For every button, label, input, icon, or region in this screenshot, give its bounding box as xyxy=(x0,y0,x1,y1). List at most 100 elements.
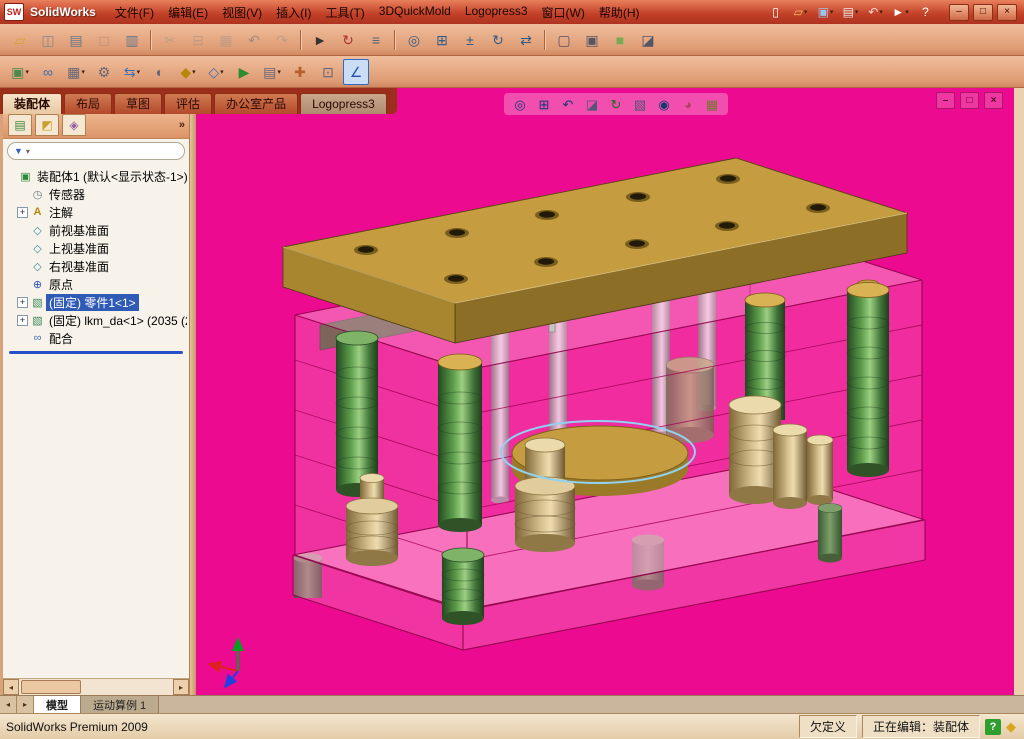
new-motion-study-icon[interactable]: ▶ xyxy=(231,59,257,85)
tab-office-products[interactable]: 办公室产品 xyxy=(214,93,299,114)
print-icon[interactable]: ▤ ▾ xyxy=(839,2,862,23)
rebuild-icon[interactable]: ↻ xyxy=(335,27,361,53)
rotate-view-icon[interactable]: ↻ xyxy=(485,27,511,53)
expander-icon[interactable]: + xyxy=(17,314,28,326)
menu-file[interactable]: 文件(F) xyxy=(108,2,161,23)
model-pillar-right[interactable] xyxy=(846,279,890,477)
print-preview-icon[interactable]: ◻ xyxy=(91,27,117,53)
edit-appearance-icon[interactable]: ◕ xyxy=(677,93,699,115)
menu-insert[interactable]: 插入(I) xyxy=(269,2,318,23)
tree-item-part1[interactable]: + (固定) 零件1<1> xyxy=(17,293,187,311)
page-setup-icon[interactable]: ▥ xyxy=(119,27,145,53)
tab-scroll-left-icon[interactable]: ◂ xyxy=(0,696,17,713)
scrollbar-thumb[interactable] xyxy=(21,680,81,694)
linear-component-pattern-icon[interactable]: ▦ ▾ xyxy=(63,59,89,85)
model-top-plate[interactable] xyxy=(281,157,909,344)
quick-tips-icon[interactable]: ◆ xyxy=(1006,719,1016,735)
help-icon[interactable]: ? xyxy=(914,2,937,23)
assembly-features-icon[interactable]: ◆ ▾ xyxy=(175,59,201,85)
expander-icon[interactable]: + xyxy=(17,296,28,308)
zoom-to-fit-icon[interactable]: ◎ xyxy=(401,27,427,53)
pan-icon[interactable]: ⇄ xyxy=(513,27,539,53)
show-hidden-components-icon[interactable]: ◐ xyxy=(147,59,173,85)
tab-model[interactable]: 模型 xyxy=(34,696,81,713)
mate-icon[interactable]: ∞ xyxy=(35,59,61,85)
model-bushing-right[interactable] xyxy=(728,395,782,504)
tree-item-annotations[interactable]: + 注解 xyxy=(17,203,187,221)
move-component-icon[interactable]: ⇆ ▾ xyxy=(119,59,145,85)
app-restore-icon[interactable]: □ xyxy=(973,3,993,21)
insert-components-icon[interactable]: ▣ ▾ xyxy=(7,59,33,85)
app-minimize-icon[interactable]: – xyxy=(949,3,969,21)
select-icon[interactable]: ► xyxy=(307,27,333,53)
exploded-view-icon[interactable]: ✚ xyxy=(287,59,313,85)
model-leg-front[interactable] xyxy=(441,547,485,625)
model-support-pair-right[interactable] xyxy=(772,423,843,563)
hidden-lines-visible-icon[interactable]: ▣ xyxy=(579,27,605,53)
doc-minimize-icon[interactable]: – xyxy=(936,92,955,109)
previous-view-icon[interactable]: ↶ xyxy=(557,93,579,115)
section-view-icon[interactable]: ◪ xyxy=(581,93,603,115)
apply-scene-icon[interactable]: ▦ xyxy=(701,93,723,115)
file-properties-icon[interactable]: ≡ xyxy=(363,27,389,53)
paste-icon[interactable]: ▦ xyxy=(213,27,239,53)
menu-window[interactable]: 窗口(W) xyxy=(535,2,592,23)
menu-logopress3[interactable]: Logopress3 xyxy=(458,2,535,23)
cut-icon[interactable]: ✂ xyxy=(157,27,183,53)
app-close-icon[interactable]: × xyxy=(997,3,1017,21)
model-selected-sketch-ellipse[interactable] xyxy=(500,420,696,484)
tree-item-assembly-root[interactable]: 装配体1 (默认<显示状态-1>) xyxy=(5,167,187,185)
tree-item-mates[interactable]: 配合 xyxy=(17,329,187,347)
filter-dropdown-icon[interactable]: ▾ xyxy=(26,147,30,156)
graphics-viewport[interactable]: ◎ ⊞ ↶ ◪ ↻ ▧ ◉ ◕ ▦ – □ × xyxy=(196,88,1014,695)
smart-fasteners-icon[interactable]: ⚙ xyxy=(91,59,117,85)
scroll-right-icon[interactable]: ▸ xyxy=(173,679,189,695)
zoom-to-area-icon[interactable]: ⊞ xyxy=(429,27,455,53)
bill-of-materials-icon[interactable]: ▤ ▾ xyxy=(259,59,285,85)
featuremanager-tab-icon[interactable]: ▤ xyxy=(8,114,32,136)
menu-help[interactable]: 帮助(H) xyxy=(592,2,647,23)
panel-overflow-chevron[interactable]: » xyxy=(179,119,185,131)
tab-logopress3[interactable]: Logopress3 xyxy=(300,93,387,114)
undo-icon[interactable]: ↶ ▾ xyxy=(864,2,887,23)
assembly-model-canvas[interactable] xyxy=(196,88,1014,695)
display-style-icon[interactable]: ▧ xyxy=(629,93,651,115)
model-pillar-right-mid[interactable] xyxy=(744,292,786,420)
zoom-in-out-icon[interactable]: ± xyxy=(457,27,483,53)
print-icon[interactable]: ▤ xyxy=(63,27,89,53)
tree-item-sensors[interactable]: 传感器 xyxy=(17,185,187,203)
configurationmanager-tab-icon[interactable]: ◈ xyxy=(62,114,86,136)
propertymanager-tab-icon[interactable]: ◩ xyxy=(35,114,59,136)
rollback-bar[interactable] xyxy=(9,351,183,354)
tab-scroll-right-icon[interactable]: ▸ xyxy=(17,696,34,713)
tab-evaluate[interactable]: 评估 xyxy=(164,93,213,114)
open-document-icon[interactable]: ▱ xyxy=(7,27,33,53)
model-center-support[interactable] xyxy=(514,437,576,552)
shaded-display-icon[interactable]: ■ xyxy=(607,27,633,53)
tree-item-right-plane[interactable]: 右视基准面 xyxy=(17,257,187,275)
model-pillar-left-front[interactable] xyxy=(437,353,483,532)
menu-view[interactable]: 视图(V) xyxy=(215,2,269,23)
select-icon[interactable]: ► ▾ xyxy=(889,2,912,23)
expander-icon[interactable]: + xyxy=(17,206,28,218)
tab-layout[interactable]: 布局 xyxy=(64,93,113,114)
panel-horizontal-scrollbar[interactable]: ◂ ▸ xyxy=(3,678,189,695)
reference-geometry-icon[interactable]: ◇ ▾ xyxy=(203,59,229,85)
tree-item-lkm-da[interactable]: + (固定) lkm_da<1> (2035 (2 xyxy=(17,311,187,329)
zoom-to-area-icon[interactable]: ⊞ xyxy=(533,93,555,115)
open-icon[interactable]: ▱ ▾ xyxy=(789,2,812,23)
model-pillar-left[interactable] xyxy=(335,330,379,497)
wireframe-display-icon[interactable]: ▢ xyxy=(551,27,577,53)
doc-close-icon[interactable]: × xyxy=(984,92,1003,109)
tab-motion-study[interactable]: 运动算例 1 xyxy=(81,696,160,713)
scroll-left-icon[interactable]: ◂ xyxy=(3,679,19,695)
doc-restore-icon[interactable]: □ xyxy=(960,92,979,109)
model-support-left[interactable] xyxy=(345,473,399,567)
tree-item-origin[interactable]: 原点 xyxy=(17,275,187,293)
hide-show-items-icon[interactable]: ◉ xyxy=(653,93,675,115)
tab-sketch[interactable]: 草图 xyxy=(114,93,163,114)
tree-item-top-plane[interactable]: 上视基准面 xyxy=(17,239,187,257)
measure-icon[interactable]: ∠ xyxy=(343,58,369,85)
view-orientation-icon[interactable]: ↻ xyxy=(605,93,627,115)
publish-edrawings-icon[interactable]: ◫ xyxy=(35,27,61,53)
